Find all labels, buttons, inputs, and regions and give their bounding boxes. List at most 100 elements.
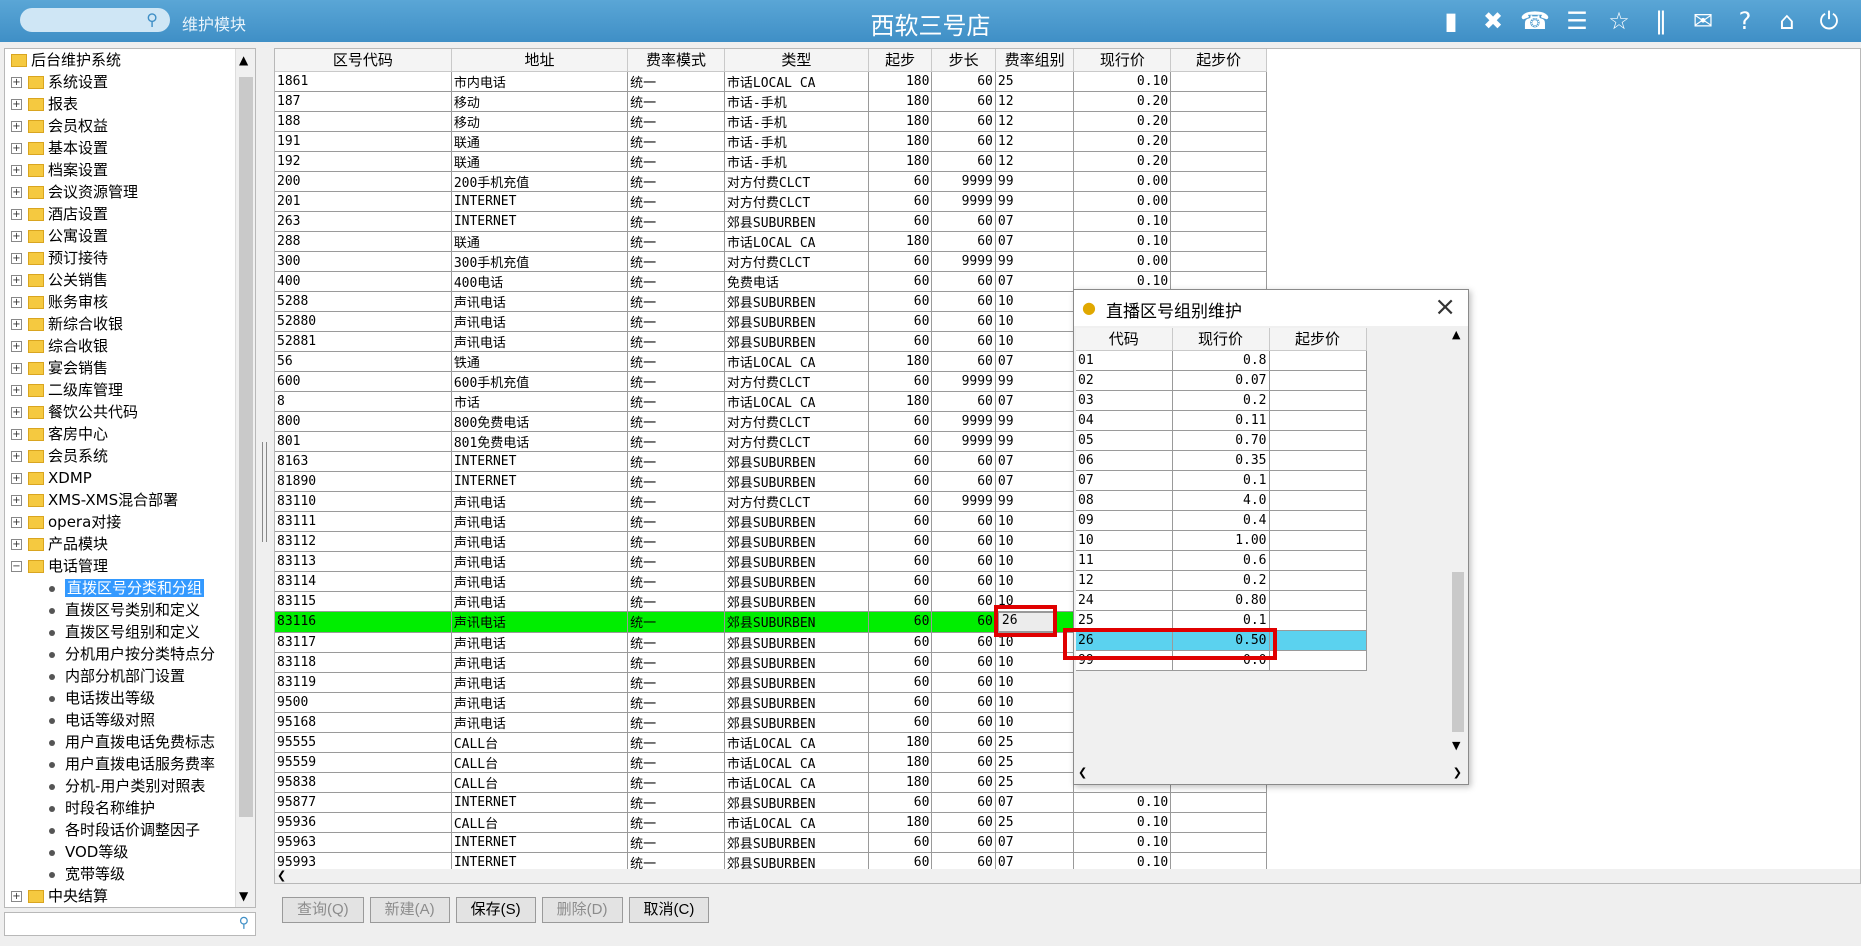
- table-cell[interactable]: 免费电话: [724, 271, 869, 292]
- dialog-table-cell[interactable]: [1269, 470, 1367, 491]
- table-cell[interactable]: 9500: [275, 692, 452, 713]
- dialog-table-row[interactable]: 06 0.35: [1076, 450, 1367, 471]
- dialog-table-cell[interactable]: 10: [1076, 530, 1173, 551]
- sidebar-item[interactable]: 宽带等级: [5, 863, 235, 885]
- table-row[interactable]: 200 200手机充值 统一 对方付费CLCT 60 9999 99 0.00: [275, 171, 1267, 192]
- table-cell[interactable]: 60: [868, 712, 933, 733]
- table-cell[interactable]: 180: [868, 131, 933, 152]
- dialog-table-cell[interactable]: 4.0: [1172, 490, 1270, 511]
- dialog-table-row[interactable]: 01 0.8: [1076, 350, 1367, 371]
- sidebar-item[interactable]: 时段名称维护: [5, 797, 235, 819]
- table-cell[interactable]: 统一: [627, 832, 725, 853]
- table-cell[interactable]: 60: [868, 511, 933, 532]
- table-cell[interactable]: [1170, 151, 1267, 172]
- table-cell[interactable]: 60: [931, 611, 996, 633]
- table-cell[interactable]: 联通: [451, 131, 629, 152]
- table-cell[interactable]: 99: [995, 411, 1075, 432]
- table-cell[interactable]: [1170, 832, 1267, 853]
- table-cell[interactable]: 60: [868, 191, 933, 212]
- table-cell[interactable]: 25: [995, 772, 1075, 793]
- table-cell[interactable]: 07: [995, 451, 1075, 472]
- dialog-table-cell[interactable]: 03: [1076, 390, 1173, 411]
- column-header[interactable]: 类型: [724, 49, 869, 72]
- table-cell[interactable]: 99: [995, 191, 1075, 212]
- mail-icon[interactable]: ✉: [1685, 4, 1721, 38]
- expand-icon[interactable]: +: [11, 539, 22, 550]
- grid-horizontal-scrollbar[interactable]: ❮: [275, 869, 1860, 883]
- sidebar-item[interactable]: + 系统设置: [5, 71, 235, 93]
- table-cell[interactable]: 统一: [627, 712, 725, 733]
- table-cell[interactable]: 10: [995, 692, 1075, 713]
- sidebar-item[interactable]: + 新综合收银: [5, 313, 235, 335]
- table-cell[interactable]: 郊县SUBURBEN: [724, 832, 869, 853]
- table-cell[interactable]: 市话-手机: [724, 111, 869, 132]
- table-row[interactable]: 95963 INTERNET 统一 郊县SUBURBEN 60 60 07 0.10: [275, 832, 1267, 853]
- sidebar-item[interactable]: + 二级库管理: [5, 379, 235, 401]
- table-cell[interactable]: 对方付费CLCT: [724, 251, 869, 272]
- table-cell[interactable]: 60: [931, 311, 996, 332]
- table-cell[interactable]: 60: [931, 652, 996, 673]
- sidebar-item[interactable]: 后台维护系统: [5, 49, 235, 71]
- table-cell[interactable]: 移动: [451, 111, 629, 132]
- table-cell[interactable]: 0.10: [1073, 832, 1172, 853]
- dialog-table-cell[interactable]: 11: [1076, 550, 1173, 571]
- expand-icon[interactable]: +: [11, 495, 22, 506]
- sidebar-item[interactable]: 分机用户按分类特点分: [5, 643, 235, 665]
- dialog-table-cell[interactable]: 0.2: [1172, 570, 1270, 591]
- expand-icon[interactable]: +: [11, 429, 22, 440]
- table-cell[interactable]: 0.10: [1073, 211, 1172, 232]
- column-header[interactable]: 步长: [931, 49, 996, 72]
- table-row[interactable]: 187 移动 统一 市话-手机 180 60 12 0.20: [275, 91, 1267, 112]
- dialog-column-header[interactable]: 代码: [1076, 328, 1173, 351]
- table-cell[interactable]: [1170, 211, 1267, 232]
- table-cell[interactable]: 统一: [627, 652, 725, 673]
- table-cell[interactable]: 9999: [931, 251, 996, 272]
- table-cell[interactable]: 统一: [627, 732, 725, 753]
- home-icon[interactable]: ⌂: [1769, 4, 1805, 38]
- expand-icon[interactable]: +: [11, 319, 22, 330]
- column-header[interactable]: 区号代码: [275, 49, 452, 72]
- dialog-table-cell[interactable]: [1269, 630, 1367, 651]
- new-button[interactable]: 新建(A): [369, 897, 450, 923]
- table-cell[interactable]: 10: [995, 551, 1075, 572]
- table-cell[interactable]: 统一: [627, 391, 725, 412]
- table-cell[interactable]: 83115: [275, 591, 452, 612]
- table-row[interactable]: 1861 市内电话 统一 市话LOCAL CA 180 60 25 0.10: [275, 71, 1267, 92]
- table-cell[interactable]: 600: [275, 371, 452, 392]
- table-cell[interactable]: 07: [995, 832, 1075, 853]
- dialog-table-cell[interactable]: [1269, 450, 1367, 471]
- table-cell[interactable]: 声讯电话: [451, 511, 629, 532]
- table-cell[interactable]: 600手机充值: [451, 371, 629, 392]
- table-cell[interactable]: 对方付费CLCT: [724, 171, 869, 192]
- table-row[interactable]: 95936 CALL台 统一 市话LOCAL CA 180 60 25 0.10: [275, 812, 1267, 833]
- table-cell[interactable]: 60: [931, 772, 996, 793]
- table-row[interactable]: 300 300手机充值 统一 对方付费CLCT 60 9999 99 0.00: [275, 251, 1267, 272]
- search-icon[interactable]: ⚲: [239, 915, 249, 931]
- table-cell[interactable]: CALL台: [451, 752, 629, 773]
- table-cell[interactable]: INTERNET: [451, 471, 629, 492]
- table-cell[interactable]: 83118: [275, 652, 452, 673]
- table-cell[interactable]: 10: [995, 511, 1075, 532]
- dialog-table-cell[interactable]: [1269, 590, 1367, 611]
- dialog-table-row[interactable]: 24 0.80: [1076, 590, 1367, 611]
- sidebar-item[interactable]: + 中央结算: [5, 885, 235, 907]
- sidebar-item[interactable]: 直拨区号类别和定义: [5, 599, 235, 621]
- table-cell[interactable]: 9999: [931, 191, 996, 212]
- table-cell[interactable]: 统一: [627, 471, 725, 492]
- table-cell[interactable]: 郊县SUBURBEN: [724, 511, 869, 532]
- expand-icon[interactable]: +: [11, 99, 22, 110]
- table-cell[interactable]: 180: [868, 812, 933, 833]
- table-cell[interactable]: 0.00: [1073, 251, 1172, 272]
- sidebar-item[interactable]: + opera对接: [5, 511, 235, 533]
- column-header[interactable]: 起步价: [1170, 49, 1267, 72]
- table-cell[interactable]: 07: [995, 211, 1075, 232]
- table-cell[interactable]: 83112: [275, 531, 452, 552]
- table-cell[interactable]: 83116: [275, 611, 452, 633]
- table-cell[interactable]: 60: [931, 732, 996, 753]
- table-cell[interactable]: 统一: [627, 672, 725, 693]
- dialog-table-row[interactable]: 25 0.1: [1076, 610, 1367, 631]
- sidebar-item[interactable]: + 综合收银: [5, 335, 235, 357]
- dialog-table-cell[interactable]: [1269, 390, 1367, 411]
- dialog-table-cell[interactable]: 12: [1076, 570, 1173, 591]
- table-cell[interactable]: 郊县SUBURBEN: [724, 672, 869, 693]
